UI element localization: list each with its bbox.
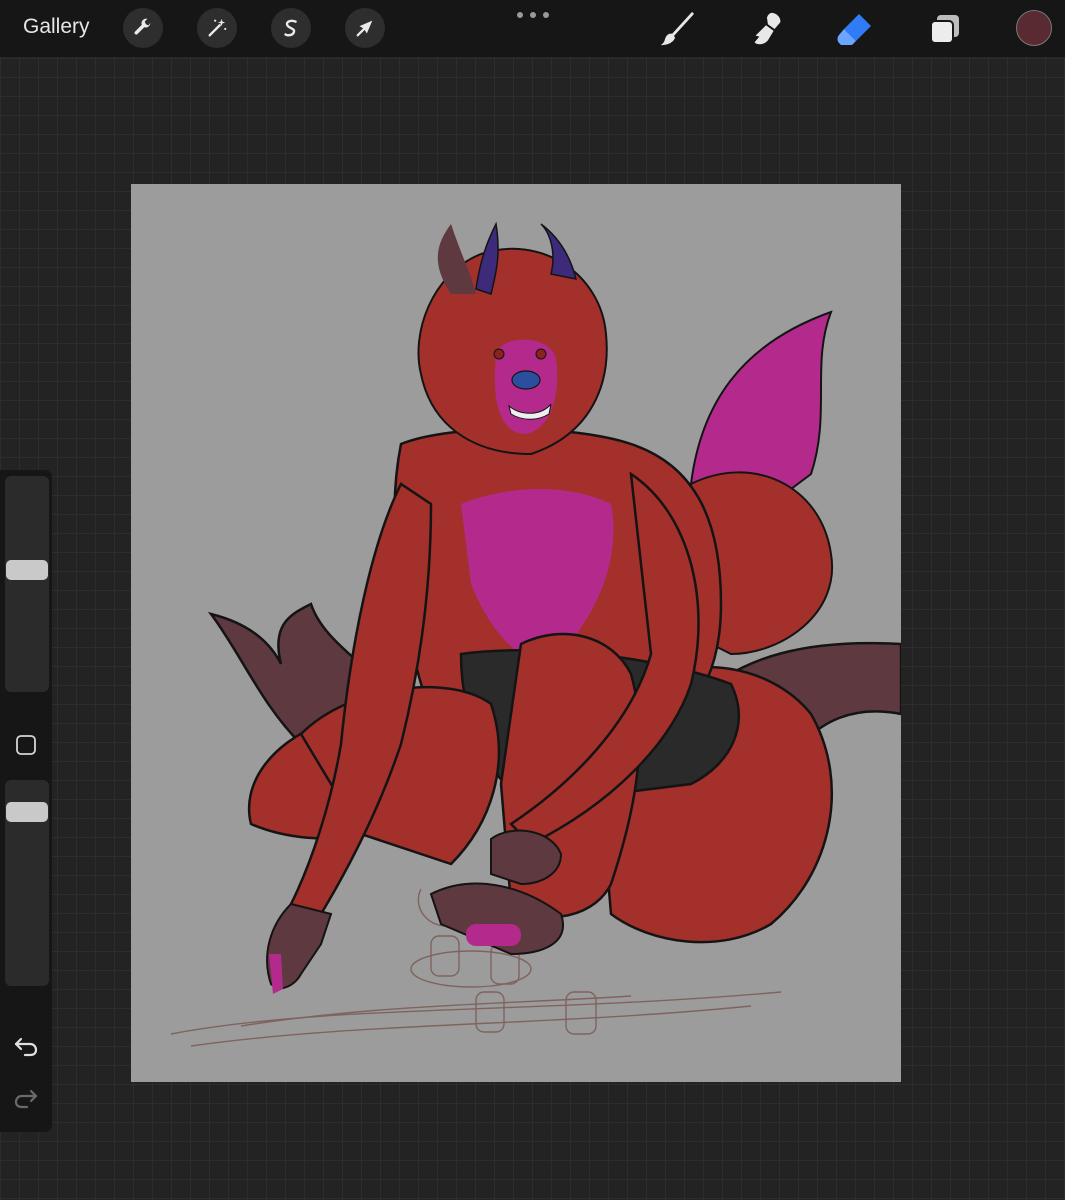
arrow-cursor-icon bbox=[356, 20, 373, 37]
layers-button[interactable] bbox=[924, 8, 966, 50]
color-swatch[interactable] bbox=[1016, 10, 1052, 46]
brush-size-slider[interactable] bbox=[5, 476, 49, 692]
smudge-tool-button[interactable] bbox=[745, 8, 787, 50]
undo-button[interactable] bbox=[12, 1032, 40, 1060]
head bbox=[417, 221, 608, 456]
selection-s-icon bbox=[284, 19, 297, 37]
brush-icon bbox=[660, 12, 694, 46]
brush-size-thumb[interactable] bbox=[6, 560, 48, 580]
smudge-icon bbox=[754, 12, 781, 45]
opacity-slider[interactable] bbox=[5, 780, 49, 986]
more-dots-icon bbox=[517, 12, 523, 18]
square-modifier-icon bbox=[16, 735, 36, 755]
actions-button[interactable] bbox=[123, 8, 163, 48]
layers-icon bbox=[930, 15, 959, 44]
artwork-image bbox=[170, 221, 901, 1047]
redo-icon bbox=[14, 1089, 38, 1109]
undo-icon bbox=[14, 1037, 38, 1057]
left-sidebar bbox=[0, 470, 52, 1132]
top-toolbar: Gallery bbox=[0, 0, 1065, 57]
eraser-tool-button[interactable] bbox=[834, 8, 876, 50]
wrench-icon bbox=[134, 18, 151, 35]
modify-button[interactable] bbox=[14, 733, 38, 757]
magic-wand-icon bbox=[208, 18, 227, 37]
opacity-thumb[interactable] bbox=[6, 802, 48, 822]
drawing-canvas[interactable] bbox=[131, 184, 901, 1082]
more-menu-button[interactable] bbox=[517, 7, 549, 23]
selection-button[interactable] bbox=[271, 8, 311, 48]
redo-button[interactable] bbox=[12, 1084, 40, 1112]
transform-button[interactable] bbox=[345, 8, 385, 48]
adjustments-button[interactable] bbox=[197, 8, 237, 48]
eraser-icon bbox=[837, 14, 871, 45]
gallery-button[interactable]: Gallery bbox=[23, 15, 90, 39]
brush-tool-button[interactable] bbox=[656, 8, 698, 50]
